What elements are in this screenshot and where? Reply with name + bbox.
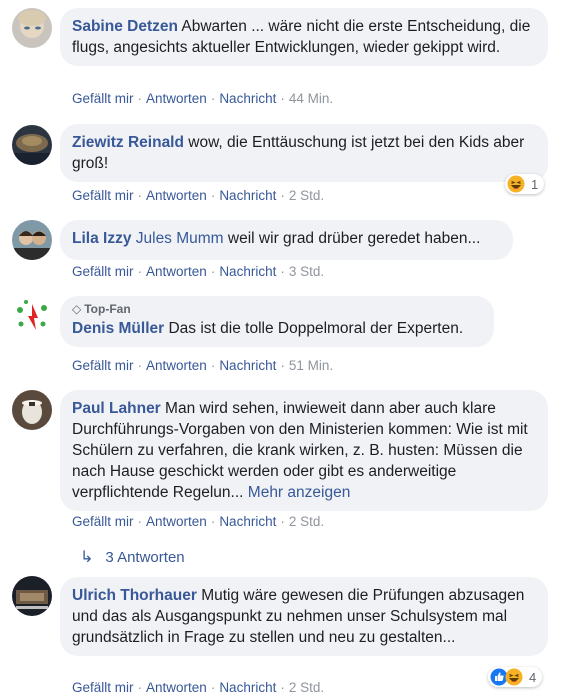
reaction-count: 1 [531, 176, 539, 192]
timestamp[interactable]: 3 Std. [289, 264, 324, 279]
message-link[interactable]: Nachricht [219, 514, 276, 529]
view-replies-link[interactable]: ↳ 3 Antworten [80, 547, 185, 567]
separator: · [210, 680, 216, 695]
reply-link[interactable]: Antworten [146, 514, 207, 529]
separator: · [210, 514, 216, 529]
reply-link[interactable]: Antworten [146, 264, 207, 279]
comment-bubble: Sabine Detzen Abwarten ... wäre nicht di… [60, 8, 548, 66]
message-link[interactable]: Nachricht [219, 91, 276, 106]
replies-count: 3 Antworten [105, 548, 185, 566]
timestamp[interactable]: 51 Min. [289, 358, 333, 373]
like-link[interactable]: Gefällt mir [72, 188, 134, 203]
comment-bubble: Ziewitz Reinald wow, die Enttäuschung is… [60, 124, 548, 182]
comment-bubble: Lila Izzy Jules Mumm weil wir grad drübe… [60, 220, 513, 260]
tagged-user[interactable]: Jules Mumm [136, 230, 224, 247]
comment-bubble: Paul Lahner Man wird sehen, inwieweit da… [60, 390, 548, 511]
reaction-count: 4 [529, 669, 537, 685]
message-link[interactable]: Nachricht [219, 358, 276, 373]
reaction-summary[interactable]: 1 [505, 174, 545, 194]
separator: · [137, 188, 143, 203]
separator: · [280, 91, 285, 106]
separator: · [210, 91, 216, 106]
top-fan-badge: ◇ Top-Fan [72, 302, 131, 316]
reaction-summary[interactable]: 4 [488, 667, 543, 687]
message-link[interactable]: Nachricht [219, 680, 276, 695]
separator: · [137, 514, 143, 529]
separator: · [210, 188, 216, 203]
message-link[interactable]: Nachricht [219, 188, 276, 203]
avatar[interactable] [12, 576, 52, 616]
like-link[interactable]: Gefällt mir [72, 264, 134, 279]
separator: · [137, 264, 143, 279]
diamond-icon: ◇ [72, 302, 82, 316]
author-name[interactable]: Ziewitz Reinald [72, 134, 184, 151]
comment-actions: Gefällt mir · Antworten · Nachricht · 3 Std. [72, 264, 324, 280]
author-name[interactable]: Lila Izzy [72, 230, 131, 247]
separator: · [280, 358, 285, 373]
like-link[interactable]: Gefällt mir [72, 91, 134, 106]
reply-link[interactable]: Antworten [146, 91, 207, 106]
comment-actions: Gefällt mir · Antworten · Nachricht · 2 Std. [72, 514, 324, 530]
reply-link[interactable]: Antworten [146, 358, 207, 373]
comment-bubble: ◇ Top-Fan Denis Müller Das ist die tolle … [60, 296, 494, 347]
timestamp[interactable]: 44 Min. [289, 91, 333, 106]
comment-feed: Sabine Detzen Abwarten ... wäre nicht di… [0, 0, 573, 698]
reply-link[interactable]: Antworten [146, 680, 207, 695]
comment-actions: Gefällt mir · Antworten · Nachricht · 2 Std. [72, 188, 324, 204]
author-name[interactable]: Denis Müller [72, 320, 164, 337]
comment-text: weil wir grad drüber geredet haben... [227, 230, 481, 247]
avatar[interactable] [12, 220, 52, 260]
avatar[interactable] [12, 296, 52, 336]
timestamp[interactable]: 2 Std. [289, 514, 324, 529]
timestamp[interactable]: 2 Std. [289, 680, 324, 695]
author-name[interactable]: Ulrich Thorhauer [72, 587, 197, 604]
author-name[interactable]: Sabine Detzen [72, 18, 178, 35]
comment-actions: Gefällt mir · Antworten · Nachricht · 44 Min. [72, 91, 333, 107]
haha-icon [507, 175, 525, 193]
author-name[interactable]: Paul Lahner [72, 400, 161, 417]
avatar[interactable] [12, 390, 52, 430]
timestamp[interactable]: 2 Std. [289, 188, 324, 203]
separator: · [280, 514, 285, 529]
comment-actions: Gefällt mir · Antworten · Nachricht · 2 Std. [72, 680, 324, 696]
haha-icon [505, 668, 523, 686]
reply-arrow-icon: ↳ [80, 549, 94, 566]
comment-text: Das ist die tolle Doppelmoral der Expert… [168, 320, 464, 337]
message-link[interactable]: Nachricht [219, 264, 276, 279]
separator: · [137, 358, 143, 373]
like-link[interactable]: Gefällt mir [72, 680, 134, 695]
like-link[interactable]: Gefällt mir [72, 514, 134, 529]
avatar[interactable] [12, 8, 52, 48]
comment-actions: Gefällt mir · Antworten · Nachricht · 51 Min. [72, 358, 333, 374]
show-more-link[interactable]: Mehr anzeigen [248, 484, 351, 501]
avatar[interactable] [12, 125, 52, 165]
reply-link[interactable]: Antworten [146, 188, 207, 203]
separator: · [137, 91, 143, 106]
comment-bubble: Ulrich Thorhauer Mutig wäre gewesen die … [60, 577, 548, 656]
separator: · [280, 264, 285, 279]
separator: · [280, 680, 285, 695]
like-link[interactable]: Gefällt mir [72, 358, 134, 373]
separator: · [210, 358, 216, 373]
separator: · [137, 680, 143, 695]
separator: · [210, 264, 216, 279]
separator: · [280, 188, 285, 203]
